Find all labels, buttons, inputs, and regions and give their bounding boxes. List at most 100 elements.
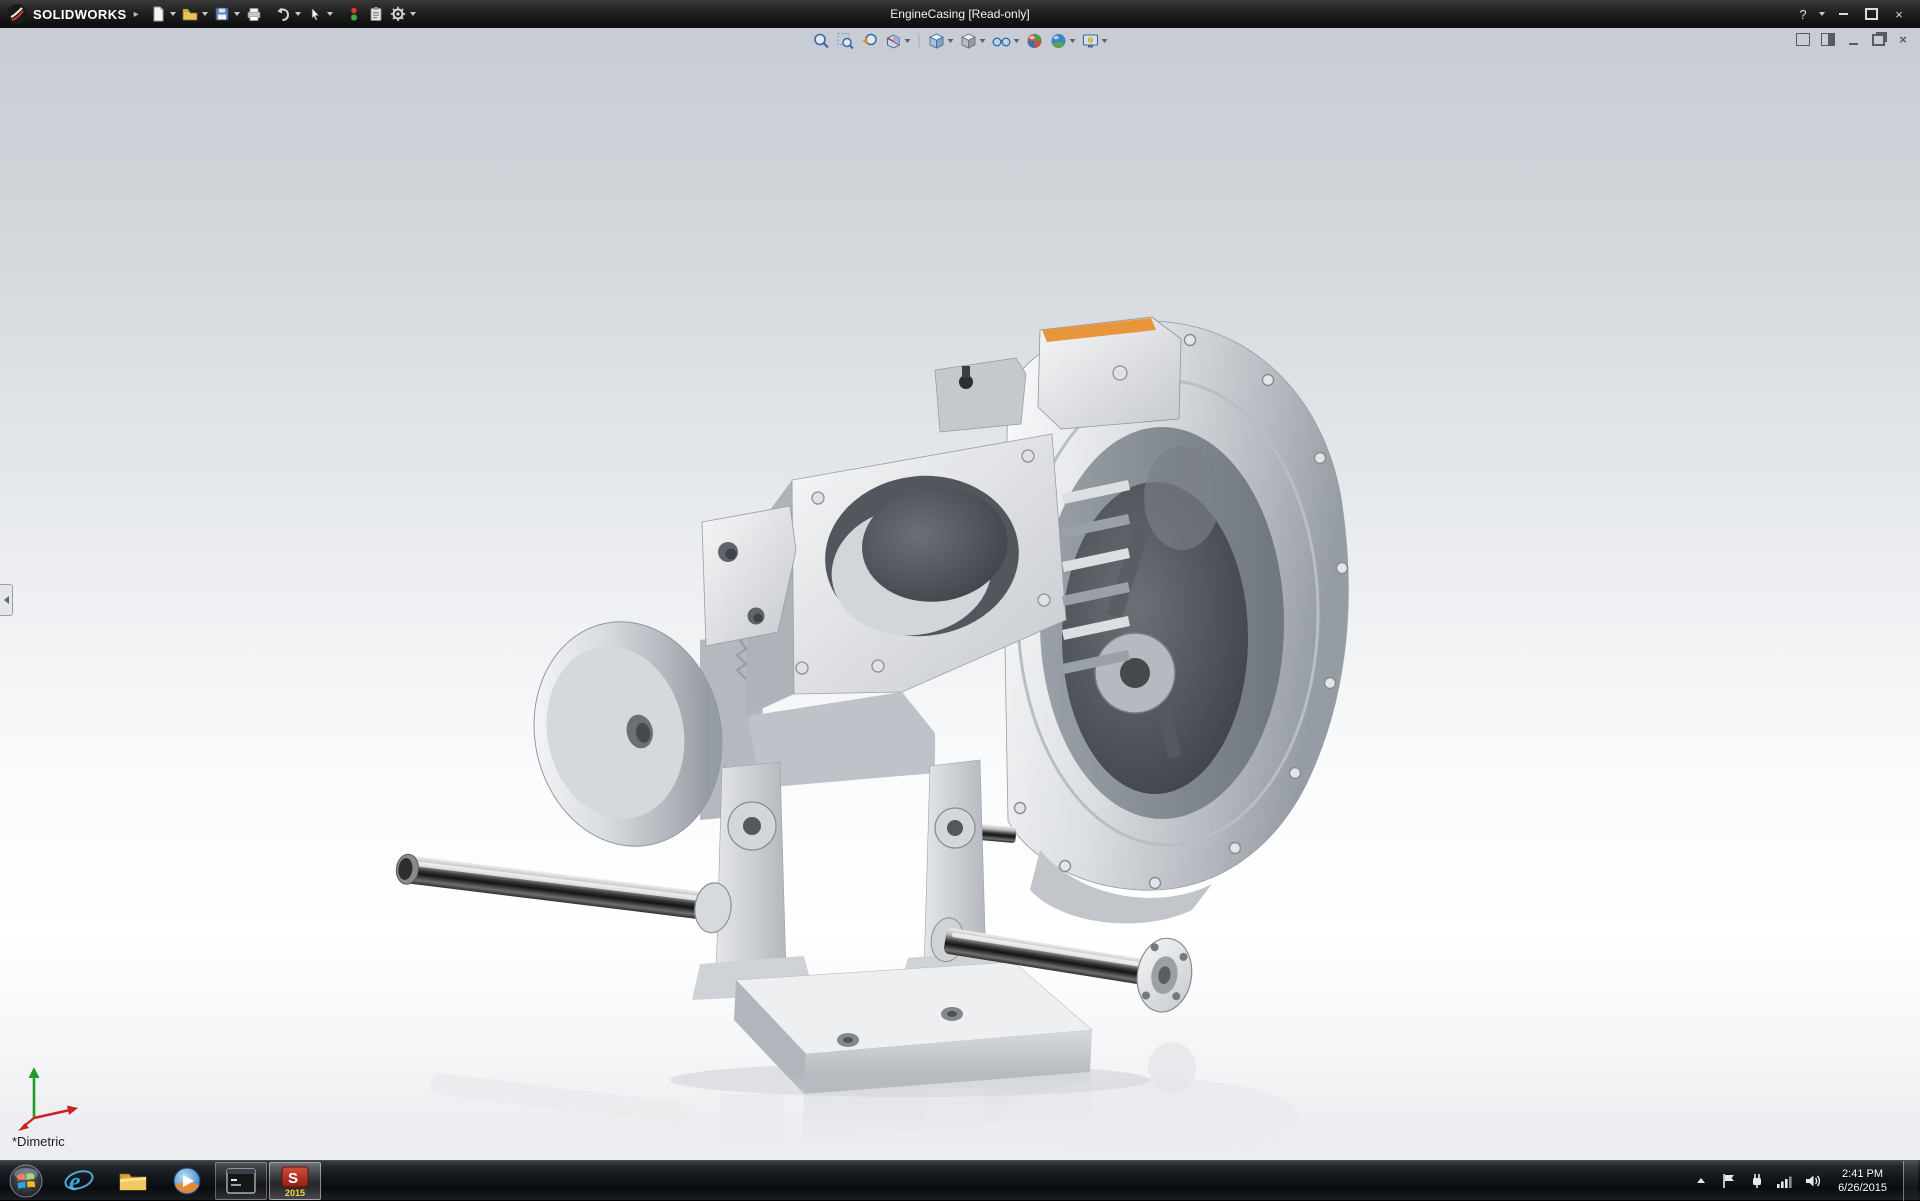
display-pane-icon [1821, 33, 1835, 46]
section-view-button[interactable] [883, 31, 913, 51]
taskbar-windows-explorer[interactable] [107, 1162, 159, 1200]
view-settings-button[interactable] [1080, 31, 1110, 51]
minimize-button[interactable] [1830, 5, 1856, 24]
start-button[interactable] [0, 1161, 52, 1201]
display-pane-button[interactable] [1819, 32, 1837, 47]
apply-scene-dropdown[interactable] [1070, 39, 1076, 43]
open-dropdown[interactable] [202, 12, 208, 16]
taskbar-internet-explorer[interactable]: e [53, 1162, 105, 1200]
taskbar-clock[interactable]: 2:41 PM 6/26/2015 [1832, 1167, 1893, 1195]
taskbar-command-prompt[interactable] [215, 1162, 267, 1200]
file-properties-button[interactable] [365, 3, 387, 25]
open-button[interactable] [179, 3, 201, 25]
maximize-button[interactable] [1858, 5, 1884, 24]
display-style-dropdown[interactable] [980, 39, 986, 43]
show-desktop-button[interactable] [1903, 1161, 1918, 1201]
brand-name: SOLIDWORKS [33, 7, 127, 22]
select-dropdown[interactable] [327, 12, 333, 16]
previous-view-button[interactable] [859, 31, 881, 51]
edit-appearance-button[interactable] [1024, 31, 1046, 51]
windows-explorer-icon [117, 1165, 149, 1197]
hidden-icons-button[interactable] [1692, 1169, 1710, 1193]
shaft-end-flange [1132, 934, 1197, 1016]
section-view-dropdown[interactable] [905, 39, 911, 43]
edit-appearance-ball-icon [1026, 32, 1044, 50]
power-button[interactable] [1748, 1169, 1766, 1193]
display-style-button[interactable] [958, 31, 988, 51]
zoom-to-fit-button[interactable] [811, 31, 833, 51]
help-button[interactable]: ? [1790, 5, 1816, 24]
zoom-to-area-button[interactable] [835, 31, 857, 51]
help-glyph: ? [1799, 7, 1806, 22]
reflection-fade [0, 1074, 1920, 1160]
view-orientation-button[interactable] [926, 31, 956, 51]
volume-button[interactable] [1804, 1169, 1822, 1193]
undo-dropdown[interactable] [295, 12, 301, 16]
clock-time: 2:41 PM [1842, 1167, 1883, 1181]
apply-scene-globe-icon [1050, 32, 1068, 50]
file-properties-icon [368, 6, 384, 22]
hide-show-items-dropdown[interactable] [1014, 39, 1020, 43]
doc-minimize-button[interactable] [1844, 32, 1862, 47]
doc-close-icon: × [1899, 33, 1907, 46]
power-plug-icon [1749, 1172, 1765, 1190]
volume-speaker-icon [1804, 1172, 1822, 1190]
reference-triad [14, 1060, 86, 1132]
help-dropdown[interactable] [1819, 12, 1825, 16]
action-center-flag-icon [1721, 1172, 1737, 1190]
options-dropdown[interactable] [410, 12, 416, 16]
new-document-button[interactable] [147, 3, 169, 25]
reed-valve-block[interactable] [935, 317, 1181, 432]
clock-date: 6/26/2015 [1838, 1181, 1887, 1195]
hide-show-items-button[interactable] [990, 31, 1022, 51]
print-icon [246, 6, 262, 22]
apply-scene-button[interactable] [1048, 31, 1078, 51]
options-button[interactable] [387, 3, 409, 25]
rebuild-button[interactable] [343, 3, 365, 25]
action-center-button[interactable] [1720, 1169, 1738, 1193]
internet-explorer-icon: e [63, 1165, 95, 1197]
windows-start-icon [8, 1163, 44, 1199]
print-button[interactable] [243, 3, 265, 25]
featuremanager-pane-icon [1796, 33, 1810, 46]
hidden-icons-arrow-icon [1697, 1178, 1705, 1183]
doc-restore-button[interactable] [1869, 32, 1887, 47]
windows-taskbar: e [0, 1160, 1920, 1200]
view-settings-icon [1082, 32, 1100, 50]
select-cursor-icon [307, 6, 323, 22]
mounting-stand[interactable] [692, 760, 1012, 1000]
network-bars-icon [1776, 1172, 1794, 1190]
view-orientation-dropdown[interactable] [948, 39, 954, 43]
toolbar-group-tools [343, 3, 419, 25]
save-button[interactable] [211, 3, 233, 25]
toolbar-group-file [147, 3, 265, 25]
model-viewport-canvas[interactable] [0, 28, 1920, 1160]
open-icon [182, 6, 198, 22]
featuremanager-pane-button[interactable] [1794, 32, 1812, 47]
network-button[interactable] [1776, 1169, 1794, 1193]
zoom-to-fit-icon [813, 32, 831, 50]
view-settings-dropdown[interactable] [1102, 39, 1108, 43]
menu-expand-arrow[interactable]: ▸ [134, 9, 139, 20]
svg-text:S: S [288, 1170, 298, 1187]
close-button[interactable]: × [1886, 5, 1912, 24]
app-window-controls: ? × [1790, 5, 1920, 24]
chrome-shaft-left[interactable] [393, 844, 734, 935]
undo-button[interactable] [272, 3, 294, 25]
view-orientation-cube-icon [928, 32, 946, 50]
triad-y-axis [29, 1067, 40, 1078]
doc-close-button[interactable]: × [1894, 32, 1912, 47]
select-button[interactable] [304, 3, 326, 25]
minimize-icon [1839, 13, 1848, 15]
save-icon [214, 6, 230, 22]
featuremanager-collapse-tab[interactable] [0, 584, 13, 616]
new-document-dropdown[interactable] [170, 12, 176, 16]
previous-view-icon [861, 32, 879, 50]
save-dropdown[interactable] [234, 12, 240, 16]
zoom-to-area-icon [837, 32, 855, 50]
section-view-icon [885, 32, 903, 50]
system-tray: 2:41 PM 6/26/2015 [1692, 1161, 1920, 1201]
taskbar-media-player[interactable] [161, 1162, 213, 1200]
graphics-viewport[interactable]: × *Dimetric [0, 28, 1920, 1160]
taskbar-solidworks[interactable]: S 2015 [269, 1162, 321, 1200]
